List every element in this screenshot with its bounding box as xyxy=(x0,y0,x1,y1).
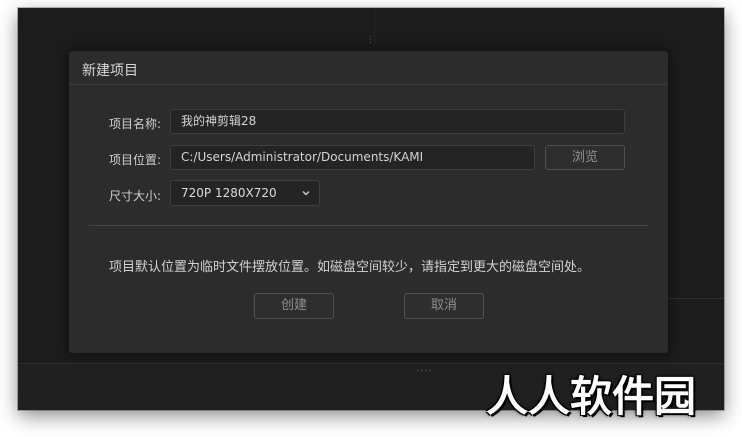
size-select[interactable]: 720P 1280X720 xyxy=(170,180,320,206)
panel-resize-grip-top[interactable]: ⋮ xyxy=(366,36,375,52)
dialog-separator xyxy=(89,225,649,226)
project-location-input[interactable]: C:/Users/Administrator/Documents/KAMI xyxy=(170,145,535,170)
browse-button[interactable]: 浏览 xyxy=(545,145,625,170)
size-select-value: 720P 1280X720 xyxy=(181,186,277,200)
new-project-dialog: 新建项目 项目名称: 我的神剪辑28 项目位置: C:/Users/Admini… xyxy=(69,51,668,353)
create-button[interactable]: 创建 xyxy=(254,293,334,319)
project-location-label: 项目位置: xyxy=(109,153,162,167)
cancel-button[interactable]: 取消 xyxy=(404,293,484,319)
location-hint-text: 项目默认位置为临时文件摆放位置。如磁盘空间较少，请指定到更大的磁盘空间处。 xyxy=(109,260,591,275)
project-name-input[interactable]: 我的神剪辑28 xyxy=(170,109,625,134)
watermark-logo: 人人软件园 xyxy=(486,372,697,421)
size-label: 尺寸大小: xyxy=(109,189,162,203)
dialog-title: 新建项目 xyxy=(82,63,138,79)
panel-resize-grip-bottom[interactable]: ···· xyxy=(416,366,433,377)
dialog-header: 新建项目 xyxy=(69,51,668,85)
project-name-label: 项目名称: xyxy=(109,117,162,131)
chevron-down-icon xyxy=(302,191,310,196)
